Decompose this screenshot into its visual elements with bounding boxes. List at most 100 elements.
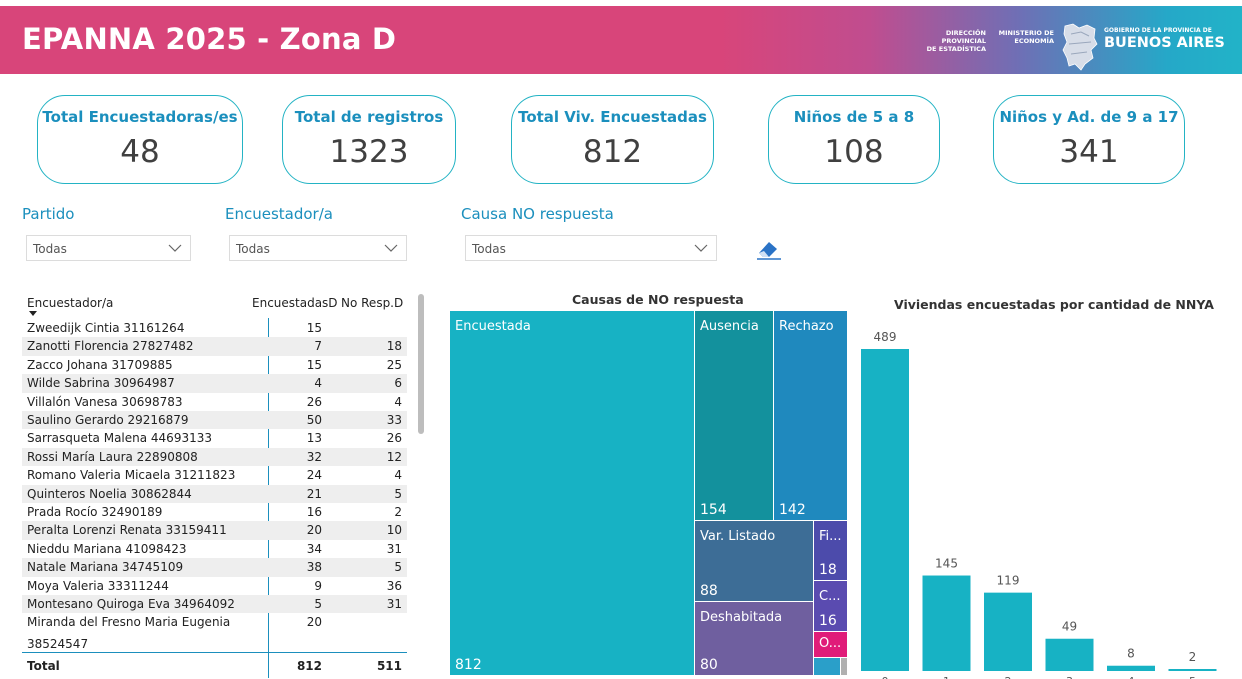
cell-encuestador: Villalón Vanesa 30698783	[27, 394, 183, 409]
table-row[interactable]: Peralta Lorenzi Renata 33159411 20 10	[22, 521, 407, 540]
tile-label: Fi...	[819, 529, 842, 544]
table-row[interactable]: Quinteros Noelia 30862844 21 5	[22, 484, 407, 503]
cell-encuestador: Moya Valeria 33311244	[27, 578, 169, 593]
table-row[interactable]: Miranda del Fresno Maria Eugenia 20	[22, 613, 407, 631]
cell-encuestador: Peralta Lorenzi Renata 33159411	[27, 523, 227, 538]
cell-noresp: 31	[386, 597, 402, 611]
kpi-ninos-9-17: Niños y Ad. de 9 a 17 341	[993, 95, 1185, 184]
bar-category-label: 1	[943, 675, 950, 679]
filter-encuestador-dropdown[interactable]: Todas	[229, 235, 407, 261]
table-row[interactable]: Saulino Gerardo 29216879 50 33	[22, 411, 407, 430]
table-row[interactable]: Sarrasqueta Malena 44693133 13 26	[22, 429, 407, 447]
filter-encuestador-value: Todas	[236, 242, 270, 256]
bar-0[interactable]	[861, 349, 909, 671]
kpi-total-viviendas: Total Viv. Encuestadas 812	[511, 95, 714, 184]
cell-encuestador: Montesano Quiroga Eva 34964092	[27, 597, 235, 611]
table-row[interactable]: Wilde Sabrina 30964987 4 6	[22, 374, 407, 393]
table-row[interactable]: Moya Valeria 33311244 9 36	[22, 577, 407, 595]
filter-causa-dropdown[interactable]: Todas	[465, 235, 717, 261]
cell-encuestadas: 32	[306, 449, 322, 464]
bar-5[interactable]	[1168, 669, 1217, 671]
treemap-tile-small-1[interactable]	[814, 658, 840, 675]
treemap-tile-small-2[interactable]	[841, 658, 847, 675]
kpi-label: Niños de 5 a 8	[793, 108, 915, 126]
cell-encuestadas: 7	[314, 339, 322, 354]
cell-encuestador: Rossi María Laura 22890808	[27, 449, 198, 464]
table-row[interactable]: Natale Mariana 34745109 38 5	[22, 558, 407, 577]
table-row[interactable]: Nieddu Mariana 41098423 34 31	[22, 540, 407, 558]
bar-3[interactable]	[1045, 638, 1094, 671]
treemap-tile-rechazo[interactable]: Rechazo 142	[774, 311, 847, 520]
tile-value: 16	[819, 613, 837, 629]
table-row[interactable]: Prada Rocío 32490189 16 2	[22, 503, 407, 521]
table-row[interactable]: Rossi María Laura 22890808 32 12	[22, 447, 407, 467]
bar-value-label: 2	[1189, 650, 1197, 664]
column-header-noresp[interactable]: No Resp.D	[341, 296, 403, 310]
cell-encuestadas: 5	[314, 597, 322, 611]
cell-encuestador: Saulino Gerardo 29216879	[27, 413, 189, 427]
kpi-label: Niños y Ad. de 9 a 17	[999, 108, 1179, 126]
cell-encuestadas: 16	[306, 505, 322, 519]
treemap-tile-deshabitada[interactable]: Deshabitada 80	[695, 602, 813, 675]
bar-category-label: 4	[1128, 675, 1135, 679]
treemap-tile-o[interactable]: O...	[814, 632, 847, 657]
cell-encuestadas: 15	[306, 357, 322, 372]
treemap-chart: Encuestada 812 Ausencia 154 Rechazo 142 …	[450, 311, 850, 675]
cell-encuestadas: 38	[306, 560, 322, 575]
table-row[interactable]: Zanotti Florencia 27827482 7 18	[22, 337, 407, 356]
kpi-value: 1323	[329, 134, 409, 170]
cell-noresp: 4	[394, 468, 402, 483]
cell-encuestador: Prada Rocío 32490189	[27, 505, 163, 519]
bar-value-label: 145	[935, 557, 958, 571]
treemap-tile-var-listado[interactable]: Var. Listado 88	[695, 521, 813, 601]
table-row[interactable]: Zweedijk Cintia 31161264 15	[22, 319, 407, 337]
bar-category-label: 5	[1189, 675, 1196, 679]
eraser-icon[interactable]	[755, 236, 783, 262]
treemap-tile-c[interactable]: C... 16	[814, 581, 847, 631]
ministry-logo-line1: MINISTERIO DE	[998, 29, 1054, 37]
table-row[interactable]: Zacco Johana 31709885 15 25	[22, 356, 407, 374]
table-scrollbar[interactable]	[418, 294, 424, 434]
cell-encuestadas: 21	[306, 486, 322, 501]
treemap-tile-fi[interactable]: Fi... 18	[814, 521, 847, 580]
filter-causa-value: Todas	[472, 242, 506, 256]
tile-value: 88	[700, 583, 718, 599]
table-row[interactable]: Villalón Vanesa 30698783 26 4	[22, 393, 407, 411]
column-header-encuestador[interactable]: Encuestador/a	[27, 296, 113, 310]
table-row[interactable]: 38524547	[22, 635, 407, 653]
cell-encuestadas: 24	[306, 468, 322, 483]
cell-noresp: 12	[386, 449, 402, 464]
bar-2[interactable]	[984, 592, 1032, 671]
bar-4[interactable]	[1107, 665, 1155, 671]
cell-noresp: 18	[386, 339, 402, 354]
cell-noresp: 26	[386, 431, 402, 446]
ministry-logo-line2: ECONOMÍA	[1014, 37, 1054, 45]
cell-encuestadas: 15	[306, 321, 322, 335]
tile-label: Var. Listado	[700, 529, 776, 544]
cell-encuestador: Sarrasqueta Malena 44693133	[27, 431, 212, 446]
filter-causa-label: Causa NO respuesta	[461, 205, 614, 223]
sort-desc-icon	[29, 311, 37, 316]
treemap-tile-encuestada[interactable]: Encuestada 812	[450, 311, 694, 675]
treemap-tile-ausencia[interactable]: Ausencia 154	[695, 311, 773, 520]
kpi-label: Total de registros	[294, 108, 444, 126]
cell-noresp: 6	[394, 376, 402, 391]
bar-1[interactable]	[922, 575, 971, 671]
province-emblem-icon	[1062, 23, 1098, 71]
treemap-title: Causas de NO respuesta	[572, 292, 744, 307]
bar-category-label: 0	[882, 675, 889, 679]
kpi-ninos-5-8: Niños de 5 a 8 108	[768, 95, 940, 184]
tile-label: Deshabitada	[700, 610, 783, 625]
cell-encuestadas: 34	[306, 541, 322, 556]
tile-value: 18	[819, 562, 837, 578]
table-row[interactable]: Montesano Quiroga Eva 34964092 5 31	[22, 595, 407, 614]
column-header-encuestadas[interactable]: EncuestadasD	[252, 296, 338, 310]
filter-encuestador-label: Encuestador/a	[225, 205, 333, 223]
table-row[interactable]: Romano Valeria Micaela 31211823 24 4	[22, 466, 407, 484]
tile-label: Ausencia	[700, 319, 759, 334]
cell-encuestador: Quinteros Noelia 30862844	[27, 486, 192, 501]
kpi-label: Total Encuestadoras/es	[42, 108, 238, 126]
cell-encuestador: Zanotti Florencia 27827482	[27, 339, 194, 354]
filter-partido-dropdown[interactable]: Todas	[26, 235, 191, 261]
bar-chart: 489 0 145 1 119 2 49 3 8 4 2 5	[861, 330, 1217, 679]
